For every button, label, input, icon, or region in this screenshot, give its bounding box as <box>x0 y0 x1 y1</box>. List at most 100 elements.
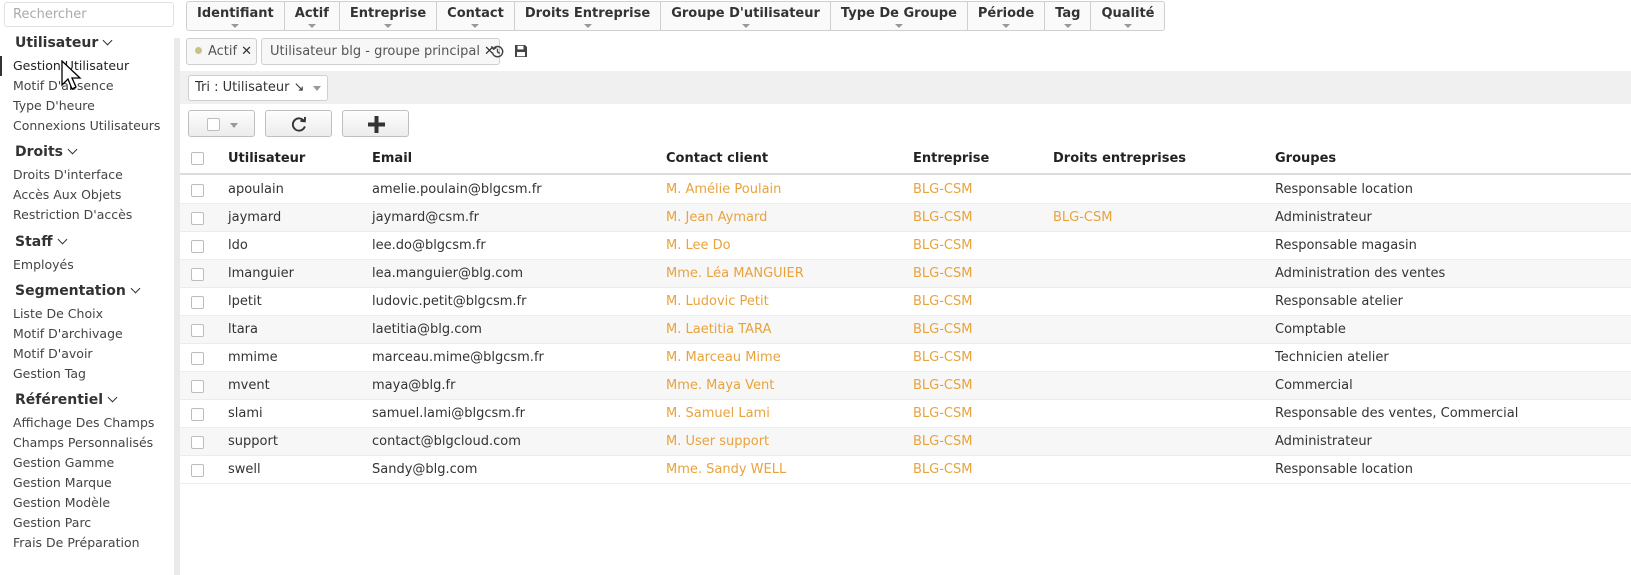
sidebar-item-gestion-gamme[interactable]: Gestion Gamme <box>13 455 114 470</box>
column-header-contact-client[interactable]: Contact client <box>666 145 768 173</box>
cell-entreprise[interactable]: BLG-CSM <box>913 260 972 287</box>
row-checkbox[interactable] <box>191 184 204 197</box>
table-row[interactable]: support contact@blgcloud.com M. User suppo… <box>180 428 1631 456</box>
table-row[interactable]: mvent maya@blg.fr Mme. Maya Vent BLG-CSM Com… <box>180 372 1631 400</box>
search-input[interactable] <box>4 2 174 27</box>
cell-contact-client[interactable]: M. User support <box>666 428 769 455</box>
filter-tab-actif[interactable]: Actif <box>285 2 340 30</box>
cell-utilisateur: ldo <box>228 238 248 253</box>
row-checkbox[interactable] <box>191 324 204 337</box>
cell-entreprise[interactable]: BLG-CSM <box>913 232 972 259</box>
cell-groupes: Responsable magasin <box>1275 238 1417 253</box>
cell-entreprise[interactable]: BLG-CSM <box>913 176 972 203</box>
sidebar-item-motif-archivage[interactable]: Motif D'archivage <box>13 326 123 341</box>
table-row[interactable]: slami samuel.lami@blgcsm.fr M. Samuel Lami… <box>180 400 1631 428</box>
sidebar-item-gestion-tag[interactable]: Gestion Tag <box>13 366 86 381</box>
sidebar-section-referentiel[interactable]: Référentiel <box>15 392 118 408</box>
sidebar-section-staff[interactable]: Staff <box>15 234 68 250</box>
filter-tab-droits-entreprise[interactable]: Droits Entreprise <box>515 2 662 30</box>
sidebar-item-liste-choix[interactable]: Liste De Choix <box>13 306 103 321</box>
table-row[interactable]: lpetit ludovic.petit@blgcsm.fr M. Ludovic … <box>180 288 1631 316</box>
cell-contact-client[interactable]: M. Laetitia TARA <box>666 316 771 343</box>
table-row[interactable]: mmime marceau.mime@blgcsm.fr M. Marceau Mi… <box>180 344 1631 372</box>
sidebar-item-droits-interface[interactable]: Droits D'interface <box>13 167 123 182</box>
cell-contact-client[interactable]: Mme. Sandy WELL <box>666 456 786 483</box>
save-filters-icon[interactable] <box>514 44 528 58</box>
column-header-utilisateur[interactable]: Utilisateur <box>228 145 305 173</box>
refresh-icon <box>291 116 306 132</box>
row-checkbox[interactable] <box>191 464 204 477</box>
filter-tab-periode[interactable]: Période <box>968 2 1046 30</box>
table-row[interactable]: swell Sandy@blg.com Mme. Sandy WELL BLG-CSM… <box>180 456 1631 484</box>
reset-filters-icon[interactable] <box>490 44 505 59</box>
cell-contact-client[interactable]: Mme. Léa MANGUIER <box>666 260 804 287</box>
cell-contact-client[interactable]: M. Samuel Lami <box>666 400 770 427</box>
row-checkbox[interactable] <box>191 380 204 393</box>
sidebar-item-employes[interactable]: Employés <box>13 257 74 272</box>
refresh-button[interactable] <box>265 110 332 137</box>
filter-tab-tag[interactable]: Tag <box>1045 2 1092 30</box>
row-checkbox[interactable] <box>191 352 204 365</box>
filter-tab-groupe-utilisateur[interactable]: Groupe D'utilisateur <box>661 2 831 30</box>
table-row[interactable]: jaymard jaymard@csm.fr M. Jean Aymard BLG-C… <box>180 204 1631 232</box>
cell-utilisateur: mvent <box>228 378 270 393</box>
column-header-entreprise[interactable]: Entreprise <box>913 145 989 173</box>
cell-entreprise[interactable]: BLG-CSM <box>913 400 972 427</box>
row-checkbox[interactable] <box>191 212 204 225</box>
cell-entreprise[interactable]: BLG-CSM <box>913 428 972 455</box>
row-checkbox[interactable] <box>191 268 204 281</box>
sidebar-item-restriction-acces[interactable]: Restriction D'accès <box>13 207 132 222</box>
sidebar-item-motif-avoir[interactable]: Motif D'avoir <box>13 346 93 361</box>
column-header-droits-entreprises[interactable]: Droits entreprises <box>1053 145 1186 173</box>
table-row[interactable]: ltara laetitia@blg.com M. Laetitia TARA BLG… <box>180 316 1631 344</box>
row-checkbox[interactable] <box>191 408 204 421</box>
status-dot-icon <box>195 47 202 54</box>
plus-icon <box>368 116 385 133</box>
filter-tab-identifiant[interactable]: Identifiant <box>187 2 285 30</box>
select-all-dropdown-button[interactable] <box>188 110 255 137</box>
sidebar-section-droits[interactable]: Droits <box>15 144 78 160</box>
sidebar-item-champs-personnalises[interactable]: Champs Personnalisés <box>13 435 153 450</box>
cell-entreprise[interactable]: BLG-CSM <box>913 288 972 315</box>
cell-entreprise[interactable]: BLG-CSM <box>913 372 972 399</box>
filter-tab-type-groupe[interactable]: Type De Groupe <box>831 2 968 30</box>
table-row[interactable]: ldo lee.do@blgcsm.fr M. Lee Do BLG-CSM Respo… <box>180 232 1631 260</box>
table-row[interactable]: apoulain amelie.poulain@blgcsm.fr M. Améli… <box>180 176 1631 204</box>
cell-entreprise[interactable]: BLG-CSM <box>913 316 972 343</box>
cell-contact-client[interactable]: M. Lee Do <box>666 232 731 259</box>
cell-entreprise[interactable]: BLG-CSM <box>913 204 972 231</box>
column-header-email[interactable]: Email <box>372 145 412 173</box>
column-header-groupes[interactable]: Groupes <box>1275 145 1336 173</box>
row-checkbox[interactable] <box>191 296 204 309</box>
filter-tab-entreprise[interactable]: Entreprise <box>340 2 438 30</box>
sidebar-item-type-heure[interactable]: Type D'heure <box>13 98 95 113</box>
cell-contact-client[interactable]: M. Amélie Poulain <box>666 176 781 203</box>
sidebar-item-affichage-champs[interactable]: Affichage Des Champs <box>13 415 154 430</box>
sidebar-item-gestion-marque[interactable]: Gestion Marque <box>13 475 112 490</box>
cell-entreprise[interactable]: BLG-CSM <box>913 344 972 371</box>
cell-contact-client[interactable]: Mme. Maya Vent <box>666 372 774 399</box>
cell-entreprise[interactable]: BLG-CSM <box>913 456 972 483</box>
sidebar-item-frais-preparation[interactable]: Frais De Préparation <box>13 535 140 550</box>
cell-utilisateur: ltara <box>228 322 258 337</box>
tab-label: Contact <box>447 6 504 21</box>
filter-tab-contact[interactable]: Contact <box>437 2 515 30</box>
sidebar-item-gestion-parc[interactable]: Gestion Parc <box>13 515 91 530</box>
sidebar-item-acces-objets[interactable]: Accès Aux Objets <box>13 187 121 202</box>
sidebar-section-segmentation[interactable]: Segmentation <box>15 283 141 299</box>
sidebar-section-utilisateur[interactable]: Utilisateur <box>15 35 113 51</box>
table-row[interactable]: lmanguier lea.manguier@blg.com Mme. Léa MA… <box>180 260 1631 288</box>
cell-contact-client[interactable]: M. Ludovic Petit <box>666 288 769 315</box>
sidebar-item-connexions-utilisateurs[interactable]: Connexions Utilisateurs <box>13 118 160 133</box>
remove-filter-icon[interactable]: ✕ <box>241 39 252 64</box>
cell-droits-entreprises[interactable]: BLG-CSM <box>1053 204 1112 231</box>
sort-select[interactable]: Tri : Utilisateur ↘ <box>188 75 328 101</box>
row-checkbox[interactable] <box>191 436 204 449</box>
row-checkbox[interactable] <box>191 240 204 253</box>
cell-contact-client[interactable]: M. Jean Aymard <box>666 204 767 231</box>
add-button[interactable] <box>342 110 409 137</box>
select-all-checkbox[interactable] <box>191 152 204 165</box>
sidebar-item-gestion-modele[interactable]: Gestion Modèle <box>13 495 110 510</box>
filter-tab-qualite[interactable]: Qualité <box>1091 2 1164 30</box>
cell-contact-client[interactable]: M. Marceau Mime <box>666 344 781 371</box>
